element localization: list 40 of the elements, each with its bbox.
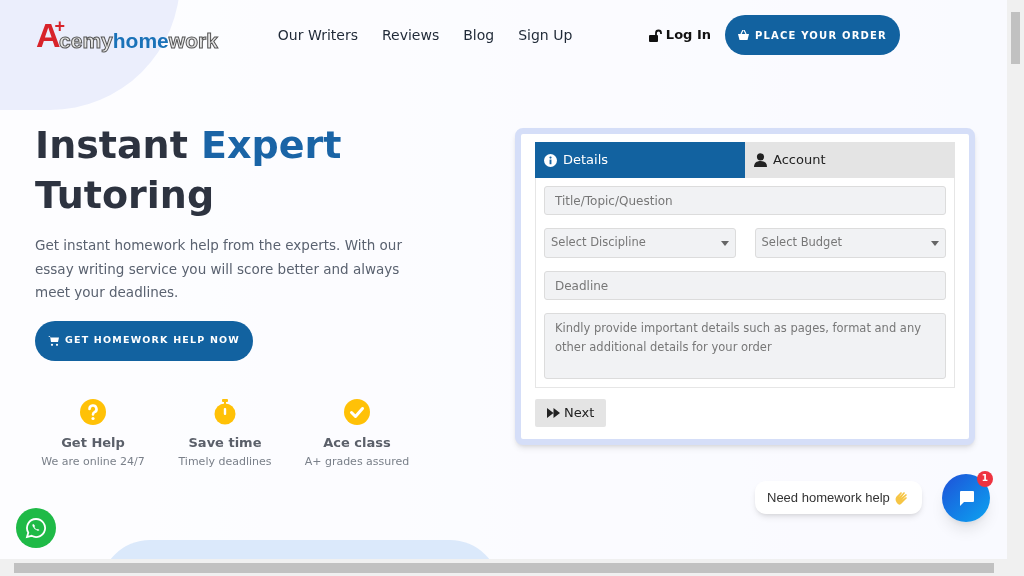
info-icon [544, 153, 557, 167]
check-icon [344, 398, 370, 425]
horizontal-scrollbar[interactable] [0, 559, 1024, 576]
stopwatch-icon [212, 398, 238, 425]
details-textarea[interactable]: Kindly provide important details such as pages, format and any other additional details for your order [544, 313, 946, 379]
user-icon [754, 153, 767, 167]
nav-link[interactable]: Blog [463, 24, 495, 46]
feature-subtitle: Timely deadlines [178, 454, 272, 470]
select-dropdown[interactable]: Select Discipline [544, 228, 736, 258]
select-dropdown[interactable]: Select Budget [754, 228, 946, 258]
feature-title: Save time [188, 433, 262, 452]
dropdown-caret-icon [931, 240, 939, 246]
nav-link[interactable]: Sign Up [518, 24, 573, 46]
login-link[interactable]: Log In [648, 25, 711, 45]
waving-hand-icon [893, 489, 910, 506]
chat-icon [957, 489, 975, 507]
nav-link[interactable]: Our Writers [277, 24, 358, 46]
basket-icon [738, 30, 749, 40]
fast-forward-icon [547, 408, 560, 418]
title-input[interactable]: Title/Topic/Question [544, 186, 946, 215]
feature-subtitle: A+ grades assured [304, 454, 410, 470]
form-tab[interactable]: Details [535, 142, 745, 178]
nav-link[interactable]: Reviews [381, 24, 440, 46]
form-tab[interactable]: Account [745, 142, 955, 178]
phone-bubble-icon [25, 517, 47, 539]
place-order-button[interactable]: PLACE YOUR ORDER [725, 15, 900, 55]
feature-subtitle: We are online 24/7 [41, 454, 145, 470]
feature-title: Ace class [323, 433, 391, 452]
cart-icon [48, 335, 59, 346]
hero-description: Get instant homework help from the experts. With our essay writing service you will score better and always meet your deadlines. [35, 236, 403, 302]
question-icon [80, 398, 106, 425]
deadline-input[interactable]: Deadline [544, 271, 946, 300]
chat-prompt-bubble[interactable]: Need homework help [755, 481, 922, 514]
dropdown-caret-icon [720, 240, 729, 246]
hero-title: Instant Expert Tutoring [35, 122, 343, 219]
unlock-icon [648, 28, 662, 42]
get-help-button[interactable]: GET HOMEWORK HELP NOW [35, 320, 254, 361]
feature-title: Get Help [61, 433, 125, 452]
next-button[interactable]: Next [535, 399, 607, 427]
vertical-scrollbar[interactable] [1007, 0, 1024, 559]
